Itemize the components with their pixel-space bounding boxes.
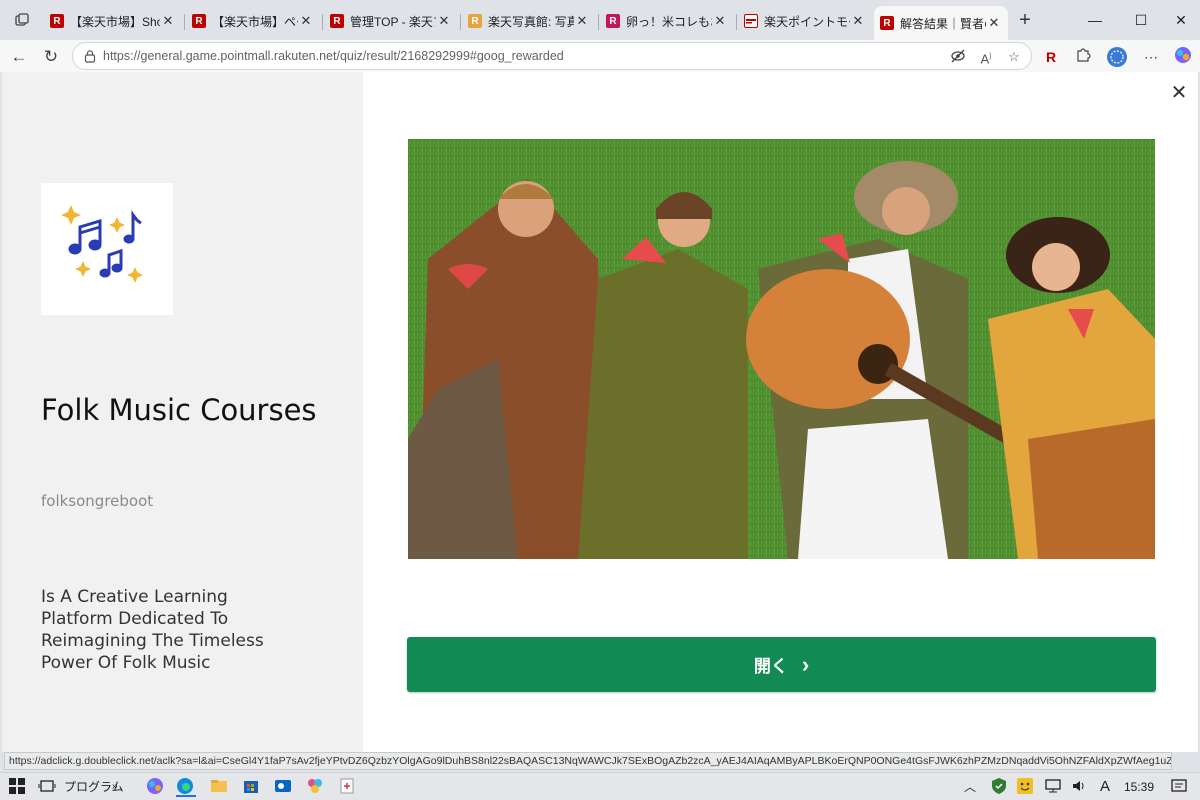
advertiser-logo[interactable]: [41, 183, 173, 315]
tab-close-icon[interactable]: ✕: [574, 13, 590, 29]
tab-title: 卵っ！米コレもお気: [626, 14, 712, 29]
status-link-preview: https://adclick.g.doubleclick.net/aclk?s…: [4, 752, 1172, 770]
tab-title: 楽天写真館: 写真: [488, 14, 574, 29]
tab-close-icon[interactable]: ✕: [986, 15, 1002, 31]
copilot-icon[interactable]: [1172, 46, 1194, 68]
smiley-tray-icon[interactable]: [1016, 777, 1036, 797]
tab-title: 管理TOP - 楽天ブ: [350, 14, 436, 29]
point-mall-favicon-icon: [744, 14, 758, 28]
advertiser-description: Is A Creative Learning Platform Dedicate…: [41, 587, 264, 673]
tray-expand-chevron-icon[interactable]: ︿: [964, 777, 976, 797]
rakuten-pink-favicon-icon: R: [606, 14, 620, 28]
tab-close-icon[interactable]: ✕: [160, 13, 176, 29]
new-tab-plus-icon[interactable]: +: [1012, 8, 1038, 34]
ad-page: Folk Music Courses folksongreboot Is A C…: [2, 72, 1198, 752]
close-icon[interactable]: ✕: [1168, 82, 1190, 104]
people-on-grass-image: [408, 139, 1155, 559]
security-shield-icon[interactable]: [990, 777, 1010, 797]
back-arrow-icon[interactable]: ←: [6, 44, 32, 70]
window-close-icon[interactable]: ✕: [1158, 8, 1200, 32]
notification-icon[interactable]: [1170, 777, 1190, 797]
speaker-icon[interactable]: [1070, 777, 1090, 797]
rakuten-favicon-icon: R: [192, 14, 206, 28]
tab-divider: [598, 14, 599, 30]
minimize-icon[interactable]: —: [1072, 8, 1118, 32]
music-notes-icon: [61, 205, 143, 283]
lock-icon[interactable]: [83, 49, 97, 63]
tab-photo-studio[interactable]: R 楽天写真館: 写真 ✕: [462, 6, 596, 36]
advertiser-title[interactable]: Folk Music Courses: [41, 390, 341, 430]
favorite-star-icon[interactable]: ☆: [1005, 48, 1023, 66]
task-view-icon[interactable]: [38, 777, 58, 797]
tab-quiz-result[interactable]: R 解答結果｜賢者の ✕: [874, 6, 1008, 40]
clock-time[interactable]: 15:39: [1124, 777, 1154, 797]
tab-admin-top[interactable]: R 管理TOP - 楽天ブ ✕: [324, 6, 458, 36]
tracking-prevention-icon[interactable]: [949, 48, 967, 66]
extensions-puzzle-icon[interactable]: [1072, 46, 1094, 68]
tab-rakuten-shopping[interactable]: R 【楽天市場】Shopping ✕: [44, 6, 182, 36]
document-app-icon[interactable]: [338, 777, 358, 797]
tab-egg-rice[interactable]: R 卵っ！米コレもお気 ✕: [600, 6, 734, 36]
tab-close-icon[interactable]: ✕: [850, 13, 866, 29]
reload-icon[interactable]: ↻: [38, 44, 64, 70]
toolbar-overflow-icon[interactable]: »: [112, 777, 118, 797]
advertiser-panel: Folk Music Courses folksongreboot Is A C…: [2, 72, 363, 752]
rakuten-favicon-icon: R: [330, 14, 344, 28]
edge-browser-icon[interactable]: [176, 777, 196, 797]
copilot-taskbar-icon[interactable]: [146, 777, 166, 797]
open-button-label: 開く: [753, 657, 788, 676]
url-text[interactable]: https://general.game.pointmall.rakuten.n…: [103, 49, 564, 63]
store-icon[interactable]: [242, 777, 262, 797]
rakuten-extension-icon[interactable]: R: [1040, 46, 1062, 68]
outlook-icon[interactable]: [274, 777, 294, 797]
tab-point-mall[interactable]: 楽天ポイントモール ✕: [738, 6, 872, 36]
tab-actions-icon[interactable]: [4, 4, 40, 36]
more-menu-icon[interactable]: ⋯: [1140, 46, 1162, 68]
windows-start-icon[interactable]: [8, 777, 28, 797]
open-button[interactable]: 開く ›: [407, 637, 1156, 692]
colorful-app-icon[interactable]: [306, 777, 326, 797]
address-bar[interactable]: https://general.game.pointmall.rakuten.n…: [72, 42, 1032, 70]
browser-toolbar: ← ↻ https://general.game.pointmall.rakut…: [0, 40, 1200, 72]
ime-indicator[interactable]: A: [1100, 777, 1110, 797]
tab-close-icon[interactable]: ✕: [298, 13, 314, 29]
chevron-right-icon: ›: [801, 651, 810, 677]
profile-avatar-icon[interactable]: [1106, 46, 1128, 68]
tab-title: 【楽天市場】ページ: [212, 14, 298, 29]
advertiser-handle[interactable]: folksongreboot: [41, 492, 153, 510]
tab-rakuten-page[interactable]: R 【楽天市場】ページ ✕: [186, 6, 320, 36]
tab-title: 【楽天市場】Shopping: [70, 14, 160, 29]
photo-favicon-icon: R: [468, 14, 482, 28]
tab-divider: [184, 14, 185, 30]
hero-image[interactable]: [408, 139, 1155, 559]
rakuten-favicon-icon: R: [50, 14, 64, 28]
tab-strip: R 【楽天市場】Shopping ✕ R 【楽天市場】ページ ✕ R 管理TOP…: [0, 0, 1200, 40]
network-icon[interactable]: [1044, 777, 1064, 797]
tab-divider: [322, 14, 323, 30]
tab-title: 解答結果｜賢者の: [900, 16, 986, 31]
tab-title: 楽天ポイントモール: [764, 14, 850, 29]
file-explorer-icon[interactable]: [210, 777, 230, 797]
rakuten-favicon-icon: R: [880, 16, 894, 30]
windows-taskbar: プログラム » ︿ A 15:39: [0, 772, 1200, 800]
read-aloud-icon[interactable]: A): [977, 48, 995, 66]
tab-divider: [736, 14, 737, 30]
tab-divider: [460, 14, 461, 30]
tab-close-icon[interactable]: ✕: [712, 13, 728, 29]
tab-close-icon[interactable]: ✕: [436, 13, 452, 29]
